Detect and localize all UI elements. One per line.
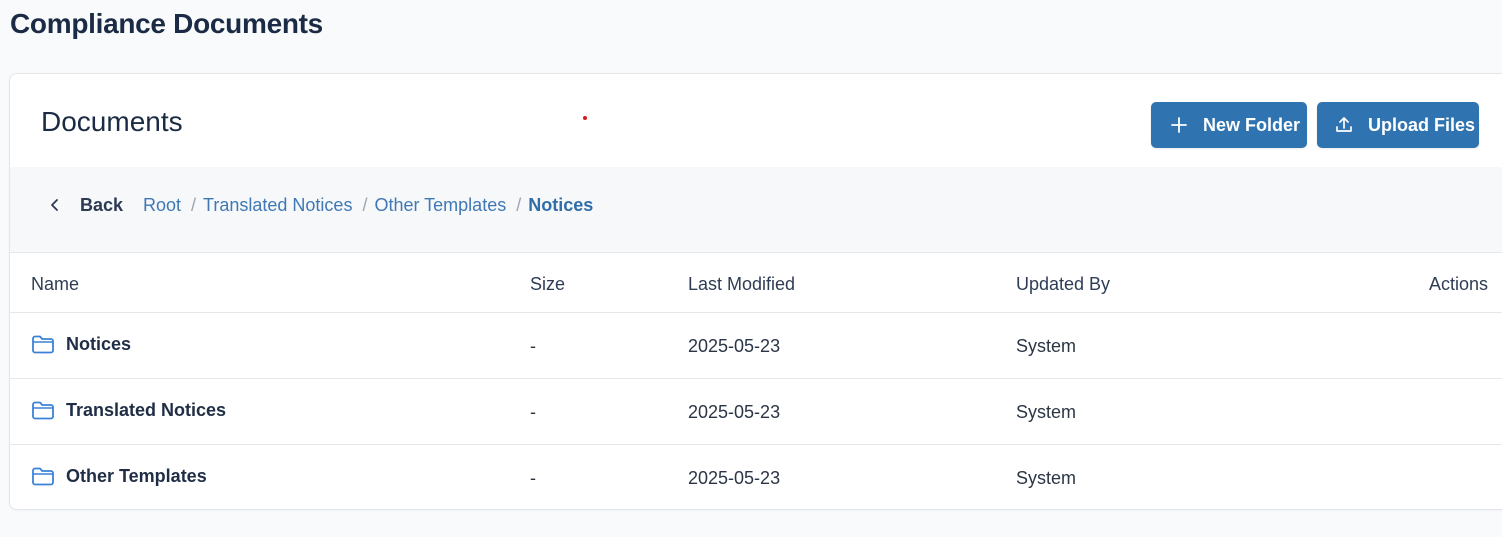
breadcrumb-translated-notices[interactable]: Translated Notices [203,195,352,216]
plus-icon [1169,115,1189,135]
row-size: - [530,468,536,488]
breadcrumb-root[interactable]: Root [143,195,181,216]
back-label: Back [80,194,124,215]
table-row[interactable]: Translated Notices - 2025-05-23 System [10,379,1502,445]
row-last-modified: 2025-05-23 [688,402,781,422]
breadcrumb-other-templates[interactable]: Other Templates [374,195,506,216]
documents-card: Documents New Folder Upload Files Back R… [9,73,1502,510]
row-name-cell[interactable]: Notices [31,333,131,355]
back-button[interactable]: Back [48,193,123,217]
row-name-cell[interactable]: Translated Notices [31,399,226,421]
row-last-modified: 2025-05-23 [688,336,781,356]
row-size: - [530,336,536,356]
column-header-last-modified[interactable]: Last Modified [688,274,795,295]
chevron-left-icon [48,198,62,212]
row-updated-by: System [1016,402,1077,422]
card-title: Documents [41,106,183,137]
table-row[interactable]: Other Templates - 2025-05-23 System [10,445,1502,509]
new-folder-button[interactable]: New Folder [1151,102,1307,148]
new-folder-label: New Folder [1203,114,1301,135]
folder-name: Notices [66,333,132,354]
row-name-cell[interactable]: Other Templates [31,465,207,487]
upload-files-button[interactable]: Upload Files [1317,102,1479,148]
folder-icon [31,465,55,487]
breadcrumb-separator: / [362,194,368,215]
card-header: Documents New Folder Upload Files [10,74,1502,167]
table-row[interactable]: Notices - 2025-05-23 System [10,313,1502,379]
folder-name: Translated Notices [66,399,227,420]
breadcrumb: Root / Translated Notices / Other Templa… [143,193,593,217]
column-header-updated-by[interactable]: Updated By [1016,274,1110,295]
column-header-actions: Actions [1429,274,1489,294]
page-title: Compliance Documents [10,8,323,39]
upload-files-label: Upload Files [1368,114,1476,135]
row-last-modified: 2025-05-23 [688,468,781,488]
indicator-dot [583,116,587,120]
column-header-name[interactable]: Name [31,274,79,295]
folder-icon [31,399,55,421]
row-updated-by: System [1016,468,1077,488]
documents-table: Name Size Last Modified Updated By Actio… [10,253,1502,509]
breadcrumb-separator: / [516,194,522,215]
breadcrumb-bar: Back Root / Translated Notices / Other T… [10,167,1502,253]
row-size: - [530,402,536,422]
table-header: Name Size Last Modified Updated By Actio… [10,253,1502,313]
column-header-size[interactable]: Size [530,274,565,295]
breadcrumb-current: Notices [528,194,594,215]
upload-icon [1334,115,1354,135]
breadcrumb-separator: / [191,194,197,215]
folder-name: Other Templates [66,465,207,486]
folder-icon [31,333,55,355]
row-updated-by: System [1016,336,1077,356]
